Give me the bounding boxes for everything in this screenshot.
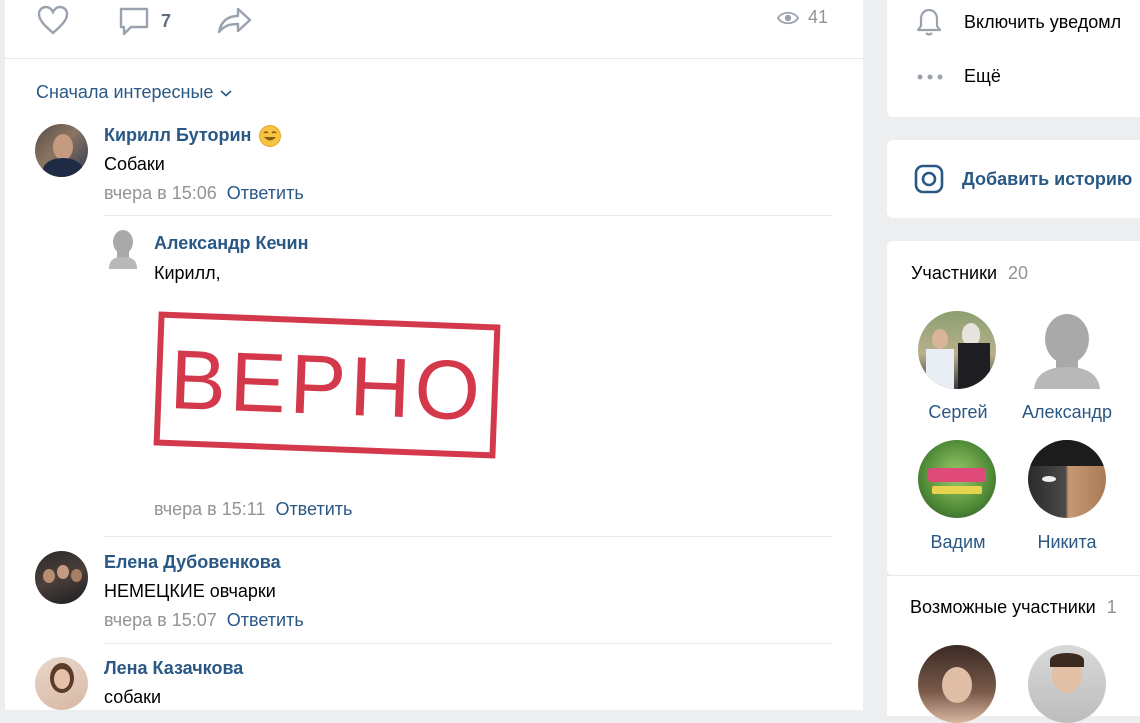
avatar[interactable] (107, 229, 139, 269)
sort-dropdown[interactable]: Сначала интересные (36, 82, 233, 103)
share-button[interactable] (216, 4, 254, 41)
comment-meta: вчера в 15:11 Ответить (154, 499, 352, 520)
reply-button[interactable]: Ответить (275, 499, 352, 519)
comments-count: 7 (161, 10, 172, 31)
instagram-icon (914, 164, 944, 194)
comment-text: собаки (104, 687, 162, 707)
stamp-frame: ВЕРНО (153, 311, 501, 459)
members-header[interactable]: Участники 20 (911, 263, 1028, 284)
eye-icon (776, 11, 800, 24)
sort-label: Сначала интересные (36, 82, 214, 102)
heart-icon (37, 5, 69, 35)
more-dots-icon (917, 74, 943, 80)
member-name[interactable]: Вадим (908, 532, 1008, 553)
member-name[interactable]: Никита (1017, 532, 1117, 553)
member-name[interactable]: Сергей (908, 402, 1008, 423)
comment-text: Собаки (104, 154, 165, 174)
avatar[interactable] (35, 657, 88, 710)
member-avatar[interactable] (918, 645, 996, 723)
comment-icon (119, 7, 149, 36)
member-avatar[interactable] (1028, 440, 1106, 518)
comment-author[interactable]: Лена Казачкова (104, 658, 243, 679)
member-avatar[interactable] (1028, 645, 1106, 723)
like-button[interactable] (36, 4, 70, 41)
comment-divider (104, 643, 832, 644)
default-avatar-icon (109, 230, 137, 269)
members-count: 20 (1008, 263, 1029, 283)
comment-author[interactable]: Кирилл Буторин (104, 125, 251, 146)
views-count: 41 (808, 7, 829, 27)
stamp-image[interactable]: ВЕРНО (150, 310, 501, 465)
avatar[interactable] (35, 124, 88, 177)
possible-members-title: Возможные участники (910, 597, 1096, 617)
avatar[interactable] (35, 551, 88, 604)
comment-divider (104, 215, 832, 216)
member-avatar[interactable] (1028, 311, 1106, 389)
member-name[interactable]: Александр (1017, 402, 1117, 423)
views-indicator: 41 (776, 7, 828, 28)
share-arrow-icon (217, 7, 252, 34)
chevron-down-icon (220, 89, 232, 97)
comment-time[interactable]: вчера в 15:06 (104, 183, 217, 203)
actions-divider (5, 58, 863, 59)
comment-divider (104, 536, 832, 537)
comment-text: Кирилл, (154, 263, 221, 283)
emoji-icon (258, 124, 282, 153)
comment-time[interactable]: вчера в 15:07 (104, 610, 217, 630)
members-title: Участники (911, 263, 997, 283)
member-avatar[interactable] (918, 440, 996, 518)
comment-button[interactable]: 7 (117, 5, 171, 37)
comment-meta: вчера в 15:06 Ответить (104, 183, 304, 204)
possible-members-count: 1 (1106, 597, 1117, 617)
bell-icon (916, 8, 942, 36)
add-story-button[interactable]: Добавить историю (913, 163, 1132, 195)
comment-author[interactable]: Александр Кечин (154, 233, 308, 254)
more-label: Ещё (964, 65, 1001, 86)
reply-button[interactable]: Ответить (227, 183, 304, 203)
comment-author[interactable]: Елена Дубовенкова (104, 552, 281, 573)
reply-button[interactable]: Ответить (227, 610, 304, 630)
member-avatar[interactable] (918, 311, 996, 389)
comment-text: НЕМЕЦКИЕ овчарки (104, 581, 276, 601)
more-button[interactable]: Ещё (916, 64, 1001, 88)
possible-members-header[interactable]: Возможные участники 1 (910, 597, 1117, 618)
comment-meta: вчера в 15:07 Ответить (104, 610, 304, 631)
notify-button[interactable]: Включить уведомл (913, 6, 1121, 38)
add-story-label: Добавить историю (962, 168, 1133, 189)
comment-time[interactable]: вчера в 15:11 (154, 499, 265, 519)
stamp-text: ВЕРНО (168, 332, 486, 438)
default-avatar-icon (1034, 314, 1100, 389)
notify-label: Включить уведомл (964, 11, 1122, 32)
